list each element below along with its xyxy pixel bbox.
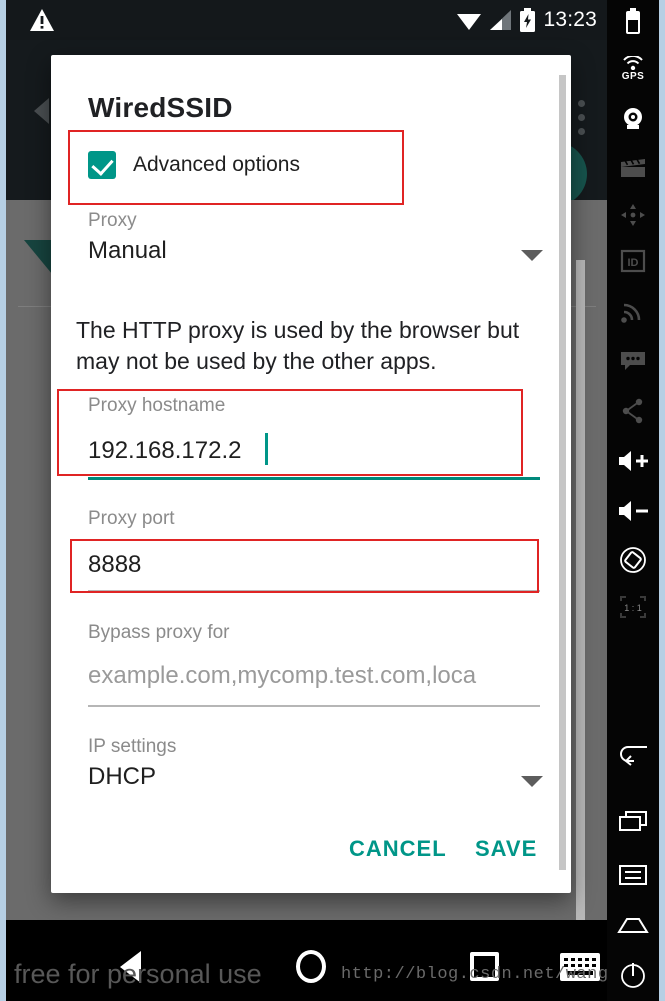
volume-up-icon[interactable] xyxy=(607,444,659,478)
proxy-help-text: The HTTP proxy is used by the browser bu… xyxy=(76,317,520,374)
bypass-proxy-input[interactable]: example.com,mycomp.test.com,loca xyxy=(88,662,558,690)
save-button[interactable]: SAVE xyxy=(475,836,537,862)
proxy-hostname-label: Proxy hostname xyxy=(88,395,226,416)
overview-icon[interactable] xyxy=(607,804,659,838)
proxy-port-input[interactable]: 8888 xyxy=(88,551,141,579)
chevron-down-icon[interactable] xyxy=(521,250,543,261)
rotate-icon[interactable] xyxy=(607,543,659,577)
gps-label: GPS xyxy=(621,71,645,82)
power-icon[interactable] xyxy=(607,958,659,992)
ip-settings-value[interactable]: DHCP xyxy=(88,763,156,791)
volume-down-icon[interactable] xyxy=(607,494,659,528)
dpad-icon[interactable] xyxy=(607,198,659,232)
watermark-url: http://blog.csdn.net/wanglin_ xyxy=(341,965,607,984)
dialog-title: WiredSSID xyxy=(88,92,233,123)
proxy-port-underline xyxy=(88,590,540,592)
svg-text:ID: ID xyxy=(628,257,639,269)
dialog-button-row: CANCEL SAVE xyxy=(51,830,571,874)
bypass-proxy-label: Bypass proxy for xyxy=(88,622,230,643)
id-icon[interactable]: ID xyxy=(607,244,659,278)
status-bar-time: 13:23 xyxy=(543,8,597,31)
status-bar-icons: 13:23 xyxy=(456,0,597,40)
sms-icon[interactable] xyxy=(607,344,659,378)
emulator-toolbar: GPS ID 1: 1 xyxy=(607,0,659,1001)
overflow-menu-icon[interactable] xyxy=(578,100,585,135)
advanced-options-label: Advanced options xyxy=(133,153,300,176)
proxy-label: Proxy xyxy=(88,210,137,231)
gps-icon[interactable]: GPS xyxy=(607,52,659,86)
zoom-1to1-icon[interactable]: 1 : 1 xyxy=(607,590,659,624)
menu-icon[interactable] xyxy=(607,858,659,892)
device-viewport: 13:23 WiredSSID Advanced options Proxy M… xyxy=(6,0,607,1001)
bypass-proxy-underline xyxy=(88,705,540,707)
battery-icon[interactable] xyxy=(607,4,659,38)
app-scrollbar[interactable] xyxy=(576,260,585,1001)
cellular-signal-icon xyxy=(490,10,512,30)
watermark-personal-use: free for personal use xyxy=(14,959,262,989)
home-nav-icon[interactable] xyxy=(296,950,326,983)
clapperboard-icon[interactable] xyxy=(607,150,659,184)
camera-icon[interactable] xyxy=(607,102,659,136)
ip-settings-label: IP settings xyxy=(88,736,177,757)
cancel-button[interactable]: CANCEL xyxy=(349,836,447,862)
wifi-settings-dialog: WiredSSID Advanced options Proxy Manual … xyxy=(51,55,571,893)
proxy-port-label: Proxy port xyxy=(88,508,175,529)
status-bar: 13:23 xyxy=(6,0,607,40)
share-icon[interactable] xyxy=(607,394,659,428)
advanced-options-checkbox[interactable] xyxy=(88,151,116,179)
warning-icon xyxy=(30,9,54,31)
back-icon[interactable] xyxy=(607,738,659,772)
proxy-hostname-underline xyxy=(88,477,540,480)
cellular-icon[interactable] xyxy=(607,294,659,328)
advanced-options-row[interactable]: Advanced options xyxy=(88,151,300,179)
text-cursor xyxy=(265,433,268,465)
proxy-value[interactable]: Manual xyxy=(88,237,167,265)
wifi-icon xyxy=(457,14,482,30)
svg-text:1 : 1: 1 : 1 xyxy=(624,603,642,613)
battery-charging-icon xyxy=(520,8,536,32)
bezel-right xyxy=(659,0,665,1001)
home-icon[interactable] xyxy=(607,908,659,942)
dialog-scrollbar[interactable] xyxy=(559,75,566,870)
screen-root: 13:23 WiredSSID Advanced options Proxy M… xyxy=(0,0,665,1001)
back-arrow-icon[interactable] xyxy=(34,98,49,124)
proxy-hostname-input[interactable]: 192.168.172.2 xyxy=(88,437,241,465)
chevron-down-icon[interactable] xyxy=(521,776,543,787)
